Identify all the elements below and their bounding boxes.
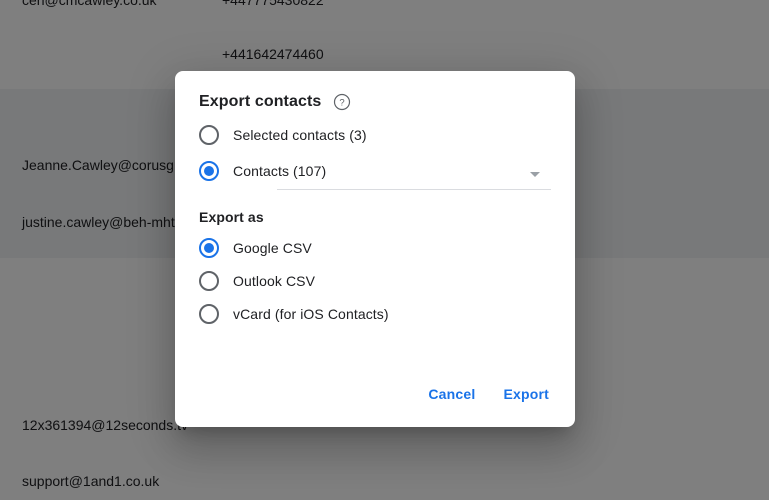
radio-label: vCard (for iOS Contacts) — [233, 305, 389, 322]
radio-indicator — [199, 303, 219, 324]
dialog-header: Export contacts ? — [175, 71, 575, 111]
radio-vcard[interactable]: vCard (for iOS Contacts) — [199, 297, 551, 330]
radio-label: Selected contacts (3) — [233, 127, 367, 143]
radio-indicator — [199, 125, 219, 145]
dialog-body: Selected contacts (3) Contacts (107) Exp… — [175, 119, 575, 330]
export-contacts-dialog: Export contacts ? Selected contacts (3) … — [175, 71, 575, 427]
contacts-scope-select[interactable]: Contacts (107) — [219, 163, 551, 190]
radio-label: Contacts (107) — [233, 163, 327, 179]
svg-text:?: ? — [340, 98, 345, 109]
export-button[interactable]: Export — [493, 377, 559, 411]
export-as-heading: Export as — [199, 209, 264, 225]
dialog-title: Export contacts — [199, 93, 322, 110]
screen: ceri@cmcawley.co.uk +447775430822 +44164… — [0, 0, 769, 500]
chevron-down-icon[interactable] — [530, 172, 540, 177]
radio-all-contacts[interactable]: Contacts (107) — [199, 155, 551, 190]
select-underline — [277, 189, 551, 190]
radio-indicator — [199, 270, 219, 291]
radio-indicator — [199, 237, 219, 258]
dialog-actions: Cancel Export — [418, 377, 559, 411]
radio-outlook-csv[interactable]: Outlook CSV — [199, 264, 551, 297]
radio-indicator — [199, 161, 219, 181]
radio-selected-contacts[interactable]: Selected contacts (3) — [199, 119, 551, 151]
radio-label: Outlook CSV — [233, 272, 316, 289]
radio-label: Google CSV — [233, 239, 312, 256]
cancel-button[interactable]: Cancel — [418, 377, 485, 411]
radio-google-csv[interactable]: Google CSV — [199, 231, 551, 264]
help-circle-icon[interactable]: ? — [333, 93, 351, 111]
export-format-group: Google CSV Outlook CSV vCard (for iOS Co… — [199, 231, 551, 330]
